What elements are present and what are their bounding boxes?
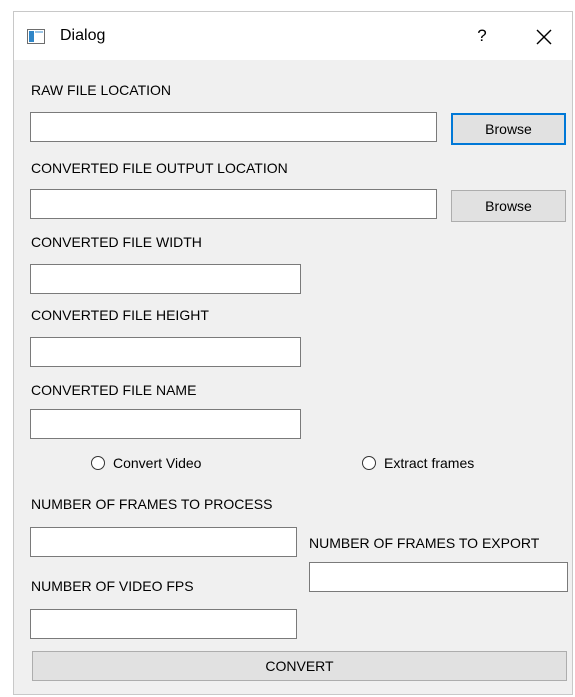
- raw-file-browse-button[interactable]: Browse: [451, 113, 566, 145]
- output-location-browse-button[interactable]: Browse: [451, 190, 566, 222]
- extract-frames-radio-label: Extract frames: [384, 455, 475, 471]
- width-label: CONVERTED FILE WIDTH: [31, 234, 202, 250]
- file-name-input[interactable]: [30, 409, 301, 439]
- radio-circle-icon: [91, 456, 105, 470]
- width-input[interactable]: [30, 264, 301, 294]
- raw-file-location-label: RAW FILE LOCATION: [31, 82, 172, 98]
- extract-frames-radio[interactable]: Extract frames: [362, 455, 474, 471]
- output-location-input[interactable]: [30, 189, 437, 219]
- convert-button[interactable]: CONVERT: [32, 651, 567, 681]
- output-location-label: CONVERTED FILE OUTPUT LOCATION: [31, 160, 288, 176]
- help-button[interactable]: ?: [470, 24, 494, 48]
- frames-to-process-input[interactable]: [30, 527, 297, 557]
- video-fps-label: NUMBER OF VIDEO FPS: [31, 578, 194, 594]
- convert-video-radio-label: Convert Video: [113, 455, 202, 471]
- file-name-label: CONVERTED FILE NAME: [31, 382, 197, 398]
- frames-to-process-label: NUMBER OF FRAMES TO PROCESS: [31, 496, 273, 512]
- convert-video-radio[interactable]: Convert Video: [91, 455, 201, 471]
- title-bar: Dialog ?: [14, 12, 572, 60]
- video-fps-input[interactable]: [30, 609, 297, 639]
- radio-circle-icon: [362, 456, 376, 470]
- height-label: CONVERTED FILE HEIGHT: [31, 307, 209, 323]
- dialog-window: Dialog ? RAW FILE LOCATION Browse CONVER…: [13, 11, 573, 695]
- frames-to-export-input[interactable]: [309, 562, 568, 592]
- close-icon[interactable]: [531, 24, 557, 50]
- window-app-icon: [27, 29, 45, 44]
- height-input[interactable]: [30, 337, 301, 367]
- raw-file-location-input[interactable]: [30, 112, 437, 142]
- window-title: Dialog: [60, 27, 106, 44]
- frames-to-export-label: NUMBER OF FRAMES TO EXPORT: [309, 535, 540, 551]
